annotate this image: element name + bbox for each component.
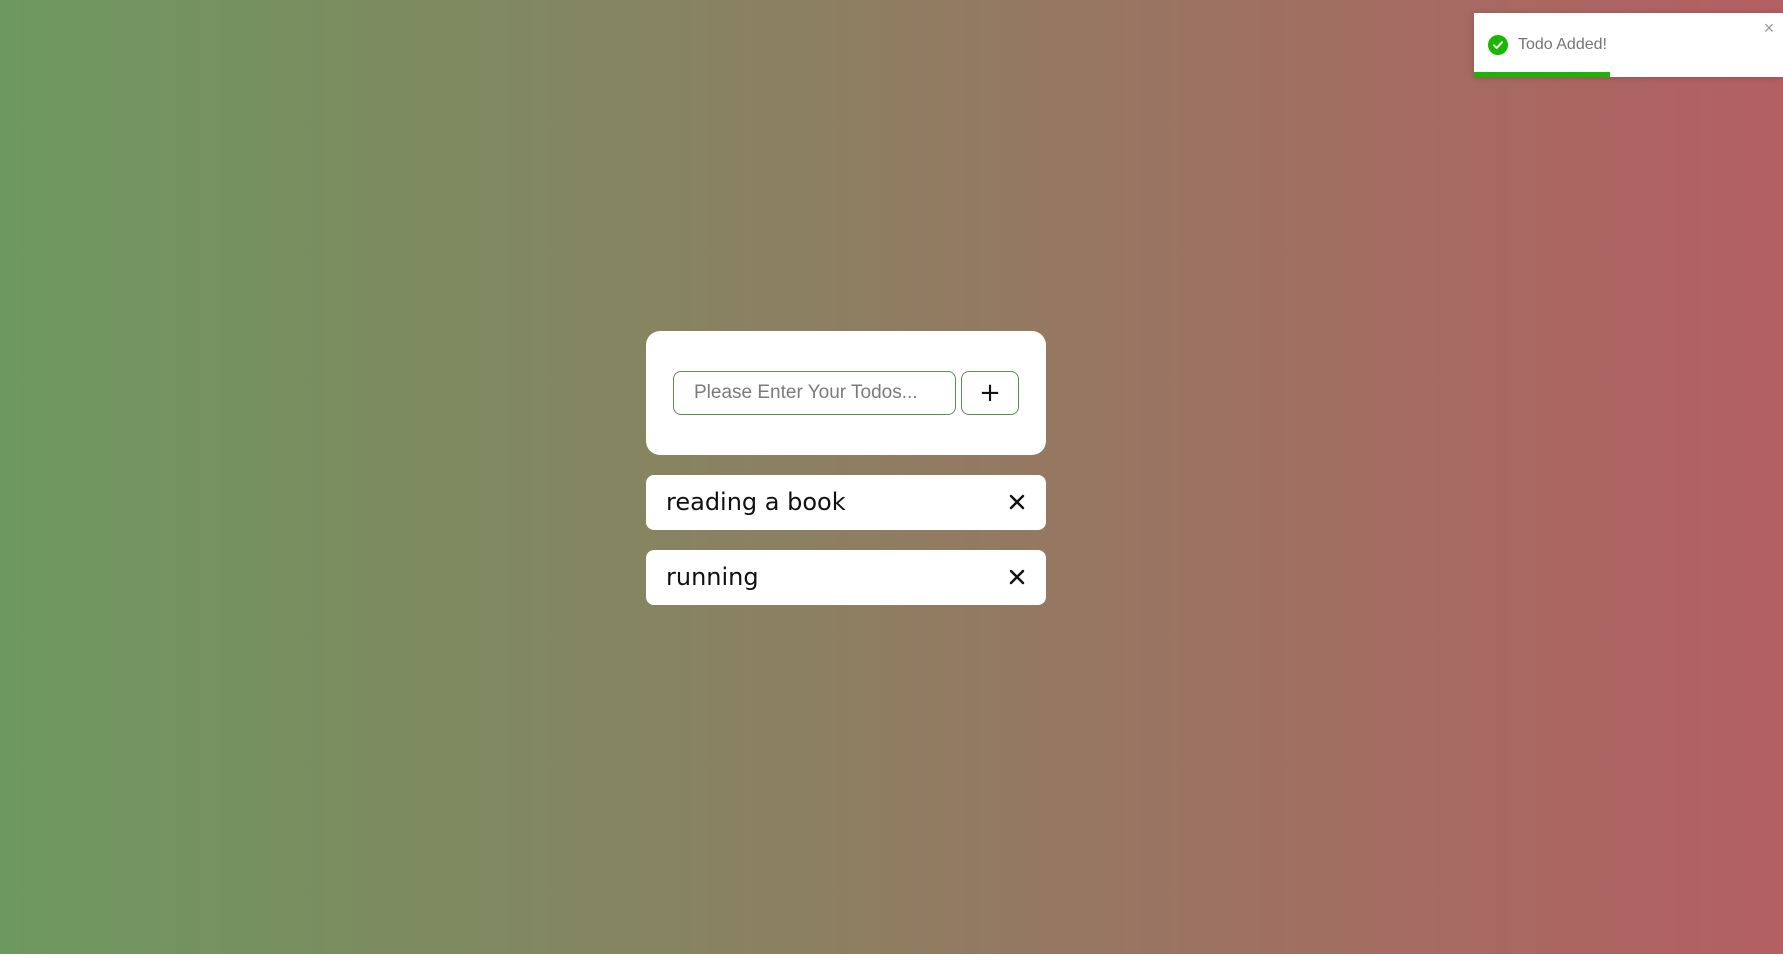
toast-message: Todo Added!: [1518, 36, 1607, 53]
todo-text: reading a book: [666, 488, 846, 516]
todo-text: running: [666, 563, 759, 591]
close-icon[interactable]: [1004, 564, 1030, 590]
todo-item: running: [646, 550, 1046, 605]
todo-form-card: +: [646, 331, 1046, 455]
toast-close-button[interactable]: ×: [1761, 19, 1777, 37]
close-icon[interactable]: [1004, 489, 1030, 515]
toast-progress-track: [1474, 72, 1783, 77]
toast-notification: Todo Added! ×: [1474, 13, 1783, 77]
todo-input[interactable]: [673, 371, 956, 415]
todo-item: reading a book: [646, 475, 1046, 530]
check-circle-icon: [1488, 35, 1508, 55]
toast-progress-bar: [1474, 72, 1610, 77]
add-todo-button[interactable]: +: [961, 371, 1019, 415]
